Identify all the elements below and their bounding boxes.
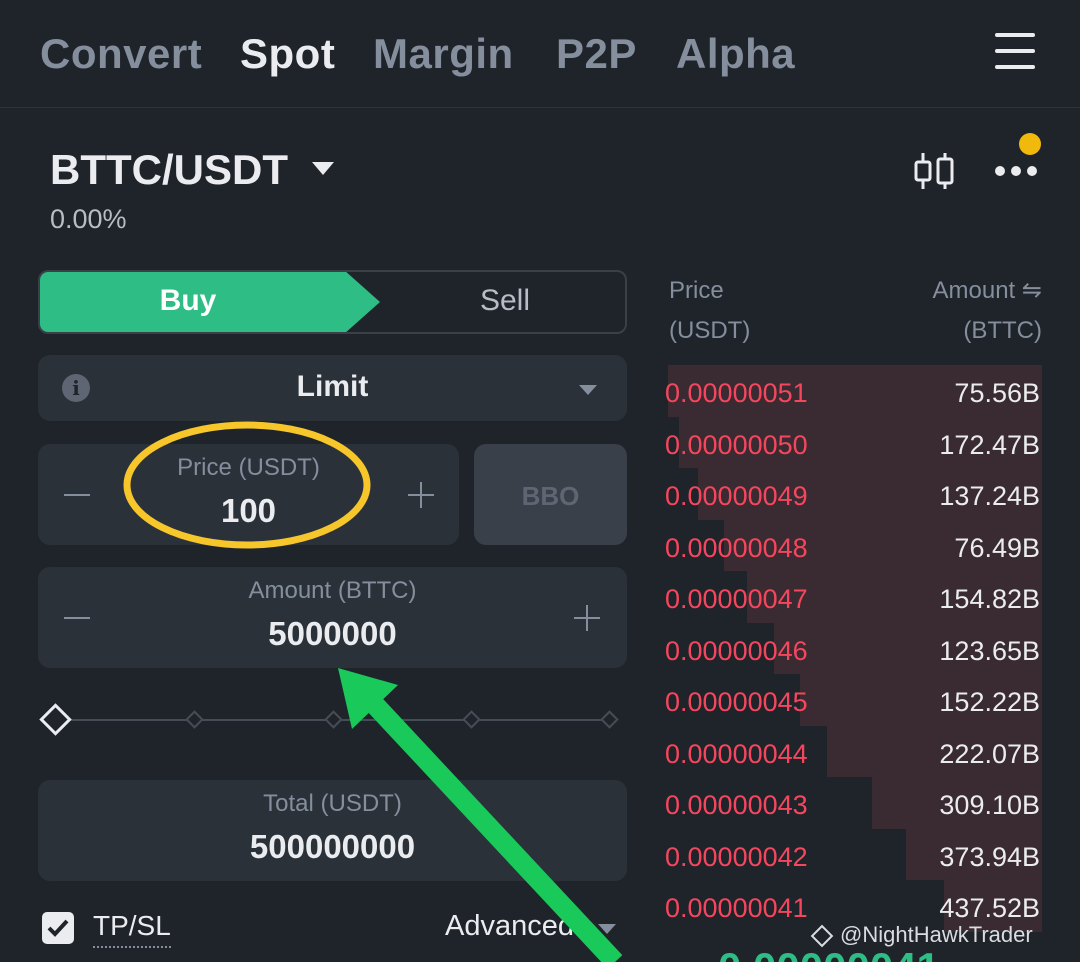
total-value[interactable]: 500000000 <box>38 828 627 866</box>
ask-price: 0.00000049 <box>665 481 808 511</box>
orderbook-row[interactable]: 0.00000042 373.94B <box>664 828 1042 880</box>
total-field[interactable]: Total (USDT) 500000000 <box>38 780 627 881</box>
price-change-percent: 0.00% <box>50 204 127 234</box>
slider-thumb[interactable] <box>39 703 72 736</box>
slider-node-75[interactable] <box>462 710 481 729</box>
ask-amount: 437.52B <box>939 893 1040 923</box>
orderbook-row[interactable]: 0.00000050 172.47B <box>664 416 1042 468</box>
orderbook-row[interactable]: 0.00000043 309.10B <box>664 777 1042 829</box>
candlestick-icon[interactable] <box>912 150 956 192</box>
ask-price: 0.00000043 <box>665 790 808 820</box>
amount-percent-slider[interactable] <box>39 703 620 736</box>
ask-amount: 123.65B <box>939 635 1040 666</box>
ask-amount: 154.82B <box>939 584 1040 614</box>
order-type-label: Limit <box>296 370 369 403</box>
tpsl-checkbox[interactable] <box>42 912 74 944</box>
orderbook-price-header: Price (USDT) <box>669 277 751 344</box>
ask-price: 0.00000044 <box>665 738 808 769</box>
caret-down-icon[interactable] <box>312 162 334 175</box>
hamburger-icon[interactable] <box>995 33 1035 69</box>
price-decrement-button[interactable] <box>64 494 90 496</box>
more-dots-icon[interactable] <box>994 164 1038 178</box>
sell-tab[interactable]: Sell <box>380 284 625 318</box>
price-field[interactable]: Price (USDT) 100 <box>38 444 459 545</box>
price-increment-button[interactable] <box>408 482 434 508</box>
slider-node-100[interactable] <box>600 710 619 729</box>
tab-margin[interactable]: Margin <box>373 30 514 78</box>
ask-price: 0.00000047 <box>665 584 808 614</box>
amount-decrement-button[interactable] <box>64 617 90 619</box>
ask-amount: 172.47B <box>939 429 1040 460</box>
orderbook-asks: 0.00000051 75.56B 0.00000050 172.47B 0.00000… <box>664 365 1042 932</box>
ask-amount: 222.07B <box>939 738 1040 769</box>
ask-amount: 309.10B <box>939 790 1040 820</box>
caret-down-icon[interactable] <box>598 924 616 934</box>
ask-amount: 152.22B <box>939 687 1040 717</box>
orderbook-row[interactable]: 0.00000044 222.07B <box>664 725 1042 777</box>
buy-tab-arrow <box>344 272 380 332</box>
caret-down-icon <box>579 385 597 395</box>
binance-logo-icon <box>810 924 834 948</box>
ask-price: 0.00000050 <box>665 429 808 460</box>
amount-value[interactable]: 5000000 <box>38 615 627 653</box>
ask-price: 0.00000045 <box>665 687 808 717</box>
total-label: Total (USDT) <box>263 790 402 817</box>
tab-spot[interactable]: Spot <box>240 30 335 78</box>
slider-node-25[interactable] <box>185 710 204 729</box>
orderbook-amount-header[interactable]: Amount ⇋ (BTTC) <box>880 271 1043 351</box>
tab-alpha[interactable]: Alpha <box>676 30 795 78</box>
ask-price: 0.00000041 <box>665 893 808 923</box>
slider-node-50[interactable] <box>324 710 343 729</box>
orderbook-row[interactable]: 0.00000047 154.82B <box>664 571 1042 623</box>
orderbook-row[interactable]: 0.00000045 152.22B <box>664 674 1042 726</box>
price-value[interactable]: 100 <box>38 492 459 530</box>
orderbook-row[interactable]: 0.00000048 76.49B <box>664 519 1042 571</box>
buy-tab[interactable]: Buy <box>40 284 336 318</box>
buy-sell-toggle: Buy Sell <box>38 270 627 334</box>
amount-increment-button[interactable] <box>574 605 600 631</box>
orderbook-row[interactable]: 0.00000051 75.56B <box>664 365 1042 417</box>
orderbook-row[interactable]: 0.00000046 123.65B <box>664 622 1042 674</box>
amount-field[interactable]: Amount (BTTC) 5000000 <box>38 567 627 668</box>
ask-amount: 373.94B <box>939 841 1040 872</box>
watermark: @NightHawkTrader <box>810 922 1033 948</box>
bbo-button[interactable]: BBO <box>474 444 627 545</box>
top-nav: Convert Spot Margin P2P Alpha <box>0 0 1080 108</box>
orderbook-row[interactable]: 0.00000049 137.24B <box>664 468 1042 520</box>
ask-price: 0.00000051 <box>665 378 808 408</box>
pair-selector[interactable]: BTTC/USDT <box>50 146 288 194</box>
advanced-button[interactable]: Advanced <box>445 910 574 943</box>
ask-amount: 76.49B <box>954 532 1040 563</box>
order-type-select[interactable]: i Limit <box>38 355 627 421</box>
ask-price: 0.00000042 <box>665 841 808 872</box>
ask-amount: 75.56B <box>954 378 1040 408</box>
price-label: Price (USDT) <box>177 454 320 481</box>
ask-price: 0.00000048 <box>665 532 808 563</box>
bbo-label: BBO <box>521 481 580 511</box>
amount-label: Amount (BTTC) <box>248 577 417 604</box>
tab-p2p[interactable]: P2P <box>556 30 637 78</box>
tab-convert[interactable]: Convert <box>40 30 202 78</box>
tpsl-label[interactable]: TP/SL <box>93 910 171 948</box>
ask-amount: 137.24B <box>939 481 1040 511</box>
ask-price: 0.00000046 <box>665 635 808 666</box>
notification-dot <box>1019 133 1041 155</box>
